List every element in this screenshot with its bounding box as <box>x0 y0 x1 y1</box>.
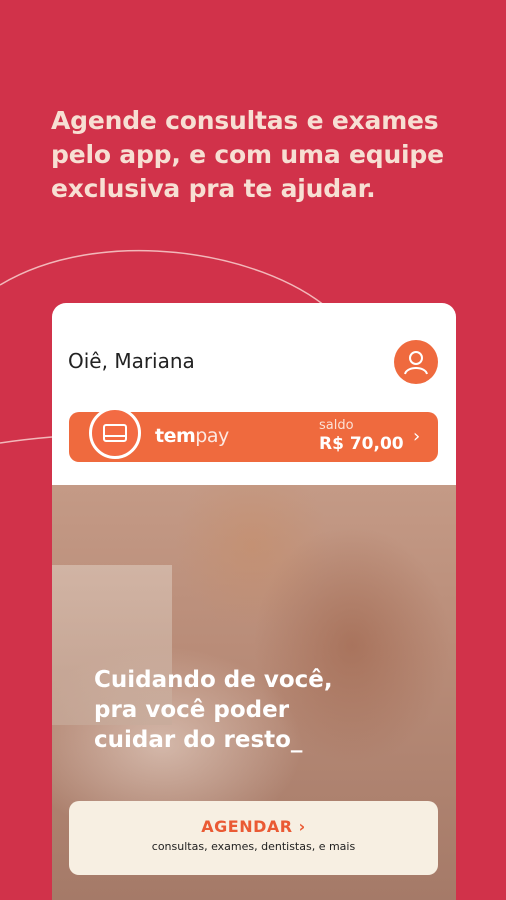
schedule-subtitle: consultas, exames, dentistas, e mais <box>151 840 356 853</box>
hero-tagline: Cuidando de você, pra você poder cuidar … <box>94 665 424 755</box>
tempay-logo: tempay <box>155 425 229 447</box>
hero-line-1: Cuidando de você, <box>94 667 333 693</box>
schedule-title: AGENDAR › <box>69 817 438 836</box>
tempay-logo-part-1: tem <box>155 425 196 447</box>
balance-label: saldo <box>319 418 354 433</box>
chevron-right-icon: › <box>298 817 306 836</box>
greeting: Oiê, Mariana <box>68 349 195 373</box>
card-badge <box>89 407 141 459</box>
schedule-label: AGENDAR <box>201 817 293 836</box>
schedule-button[interactable]: AGENDAR › consultas, exames, dentistas, … <box>69 801 438 875</box>
chevron-right-icon: › <box>413 426 421 447</box>
profile-button[interactable] <box>394 340 438 384</box>
hero-line-2: pra você poder <box>94 697 290 723</box>
credit-card-icon <box>103 424 127 442</box>
user-icon <box>404 351 428 375</box>
headline-line-3: exclusiva pra te ajudar. <box>51 174 376 203</box>
headline-line-1: Agende consultas e exames <box>51 106 439 135</box>
tempay-logo-part-2: pay <box>195 425 229 447</box>
tempay-balance-bar[interactable]: tempay saldo R$ 70,00 › <box>69 407 438 462</box>
promo-headline: Agende consultas e exames pelo app, e co… <box>51 104 471 206</box>
app-preview: Oiê, Mariana tempay saldo R$ 70,00 › Cui… <box>52 303 456 900</box>
hero-line-3: cuidar do resto_ <box>94 727 303 753</box>
balance-value: R$ 70,00 <box>319 434 404 454</box>
headline-line-2: pelo app, e com uma equipe <box>51 140 444 169</box>
